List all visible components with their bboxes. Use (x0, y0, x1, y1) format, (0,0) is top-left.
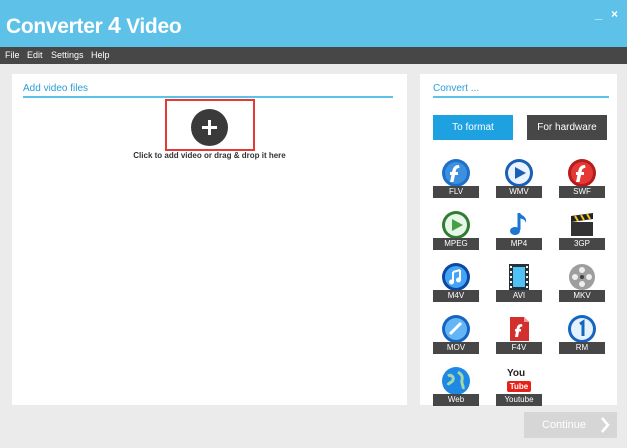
format-label: WMV (496, 186, 542, 198)
m4v-icon (441, 262, 471, 292)
mp4-icon (504, 210, 534, 240)
format-label: MOV (433, 342, 479, 354)
add-files-heading: Add video files (23, 83, 88, 94)
add-files-divider (23, 96, 393, 98)
app-title-prefix: Converter (6, 15, 108, 38)
convert-heading: Convert ... (433, 83, 479, 94)
format-label: AVI (496, 290, 542, 302)
format-label: Web (433, 394, 479, 406)
app-title: Converter 4 Video (6, 12, 181, 39)
add-files-panel[interactable]: Add video files Click to add video or dr… (12, 74, 407, 405)
format-label: MKV (559, 290, 605, 302)
avi-icon (504, 262, 534, 292)
convert-divider (433, 96, 609, 98)
format-swf[interactable]: SWF (557, 158, 607, 202)
format-mov[interactable]: MOV (431, 314, 481, 358)
flv-icon (441, 158, 471, 188)
continue-button[interactable]: Continue (524, 412, 617, 438)
format-flv[interactable]: FLV (431, 158, 481, 202)
format-mkv[interactable]: MKV (557, 262, 607, 306)
drop-hint: Click to add video or drag & drop it her… (12, 151, 407, 160)
format-3gp[interactable]: 3GP (557, 210, 607, 254)
mpeg-icon (441, 210, 471, 240)
format-mpeg[interactable]: MPEG (431, 210, 481, 254)
menu-edit[interactable]: Edit (27, 50, 43, 60)
menu-bar: File Edit Settings Help (0, 47, 627, 64)
format-youtube[interactable]: You Tube Youtube (494, 366, 544, 410)
youtube-icon-tube: Tube (507, 381, 531, 392)
mov-icon (441, 314, 471, 344)
format-web[interactable]: Web (431, 366, 481, 410)
format-label: F4V (496, 342, 542, 354)
format-f4v[interactable]: F4V (494, 314, 544, 358)
app-title-suffix: Video (121, 15, 182, 38)
add-video-button[interactable] (191, 109, 228, 146)
f4v-icon (504, 314, 534, 344)
format-label: 3GP (559, 238, 605, 250)
menu-file[interactable]: File (5, 50, 20, 60)
rm-icon (567, 314, 597, 344)
for-hardware-button[interactable]: For hardware (527, 115, 607, 140)
title-bar: Converter 4 Video _ × (0, 0, 627, 47)
format-label: RM (559, 342, 605, 354)
close-icon[interactable]: × (611, 8, 618, 20)
continue-label: Continue (542, 419, 586, 431)
format-label: MPEG (433, 238, 479, 250)
youtube-icon-you: You (507, 368, 525, 379)
format-label: SWF (559, 186, 605, 198)
app-title-number: 4 (108, 12, 121, 38)
format-label: MP4 (496, 238, 542, 250)
format-m4v[interactable]: M4V (431, 262, 481, 306)
minimize-icon[interactable]: _ (595, 8, 602, 20)
youtube-icon: You Tube (504, 366, 534, 396)
convert-panel: Convert ... To format For hardware FLV W… (420, 74, 617, 405)
wmv-icon (504, 158, 534, 188)
to-format-button[interactable]: To format (433, 115, 513, 140)
swf-icon (567, 158, 597, 188)
web-globe-icon (441, 366, 471, 396)
format-mp4[interactable]: MP4 (494, 210, 544, 254)
menu-help[interactable]: Help (91, 50, 110, 60)
format-avi[interactable]: AVI (494, 262, 544, 306)
format-wmv[interactable]: WMV (494, 158, 544, 202)
menu-settings[interactable]: Settings (51, 50, 84, 60)
format-label: M4V (433, 290, 479, 302)
3gp-icon (567, 210, 597, 240)
format-label: Youtube (496, 394, 542, 406)
format-rm[interactable]: RM (557, 314, 607, 358)
format-label: FLV (433, 186, 479, 198)
mkv-icon (567, 262, 597, 292)
chevron-right-icon (600, 417, 610, 433)
